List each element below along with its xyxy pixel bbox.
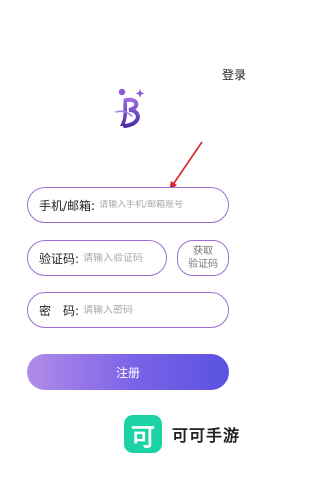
code-input[interactable] bbox=[83, 252, 166, 264]
watermark-text: 可可手游 bbox=[172, 426, 241, 445]
password-label: 密 码: bbox=[39, 303, 80, 318]
password-input[interactable] bbox=[83, 304, 228, 316]
get-code-label-line1: 获取 bbox=[193, 246, 213, 257]
watermark-logo-icon: 可 bbox=[124, 415, 162, 453]
register-button[interactable]: 注册 bbox=[27, 354, 229, 390]
code-label: 验证码: bbox=[39, 251, 80, 266]
account-input[interactable] bbox=[99, 200, 228, 210]
account-field[interactable]: 手机/邮箱: bbox=[27, 187, 229, 223]
code-field[interactable]: 验证码: bbox=[27, 240, 167, 276]
brand-logo bbox=[115, 88, 145, 128]
account-label: 手机/邮箱: bbox=[39, 198, 96, 213]
watermark: 可 可可手游 bbox=[124, 415, 240, 453]
get-code-label-line2: 验证码 bbox=[188, 259, 218, 270]
annotation-arrow-icon bbox=[169, 141, 203, 191]
login-link[interactable]: 登录 bbox=[222, 66, 246, 83]
get-code-button[interactable]: 获取 验证码 bbox=[177, 240, 229, 276]
password-field[interactable]: 密 码: bbox=[27, 292, 229, 328]
